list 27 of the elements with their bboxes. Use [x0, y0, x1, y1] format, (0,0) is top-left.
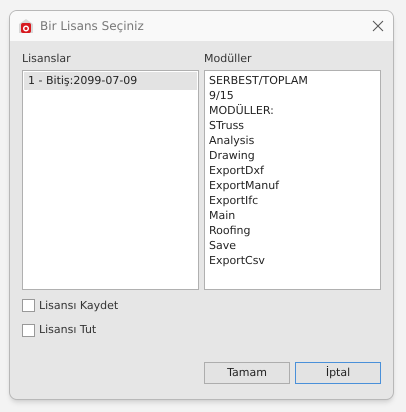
checkbox[interactable] [22, 324, 35, 337]
list-label: Modüller [204, 51, 253, 67]
module-item: ExportCsv [209, 252, 266, 268]
app-logo-icon [18, 18, 34, 34]
module-item: MODÜLLER: [209, 102, 275, 118]
checkbox-label[interactable]: Lisansı Kaydet [39, 298, 118, 314]
module-item: Save [209, 238, 238, 252]
module-item: Drawing [209, 148, 256, 162]
dialog-button[interactable]: Tamam [204, 362, 290, 384]
module-item: ExportIfc [209, 192, 260, 208]
module-item: Main [209, 208, 236, 222]
close-icon[interactable] [372, 20, 384, 32]
license-list[interactable]: 1 - Bitiş:2099-07-09 [22, 70, 199, 290]
module-item: ExportDxf [209, 162, 266, 178]
module-list[interactable]: SERBEST/TOPLAM 9/15 MODÜLLER: STruss Analysis Drawing ExportDxf ExportManuf ExportIfc Main Roofing Save ExportCsv [204, 70, 381, 290]
checkbox-label[interactable]: Lisansı Tut [39, 322, 96, 338]
module-item: 9/15 [209, 88, 235, 102]
module-item: ExportManuf [209, 178, 280, 192]
module-item: STruss [209, 118, 246, 132]
module-item: SERBEST/TOPLAM [209, 72, 309, 88]
module-item: Analysis [209, 132, 256, 148]
list-label: Lisanslar [22, 51, 72, 67]
checkbox[interactable] [22, 299, 35, 312]
dialog-button[interactable]: İptal [295, 362, 381, 384]
license-item[interactable]: 1 - Bitiş:2099-07-09 [24, 72, 197, 90]
module-item: Roofing [209, 222, 252, 238]
window-title: Bir Lisans Seçiniz [40, 18, 144, 35]
